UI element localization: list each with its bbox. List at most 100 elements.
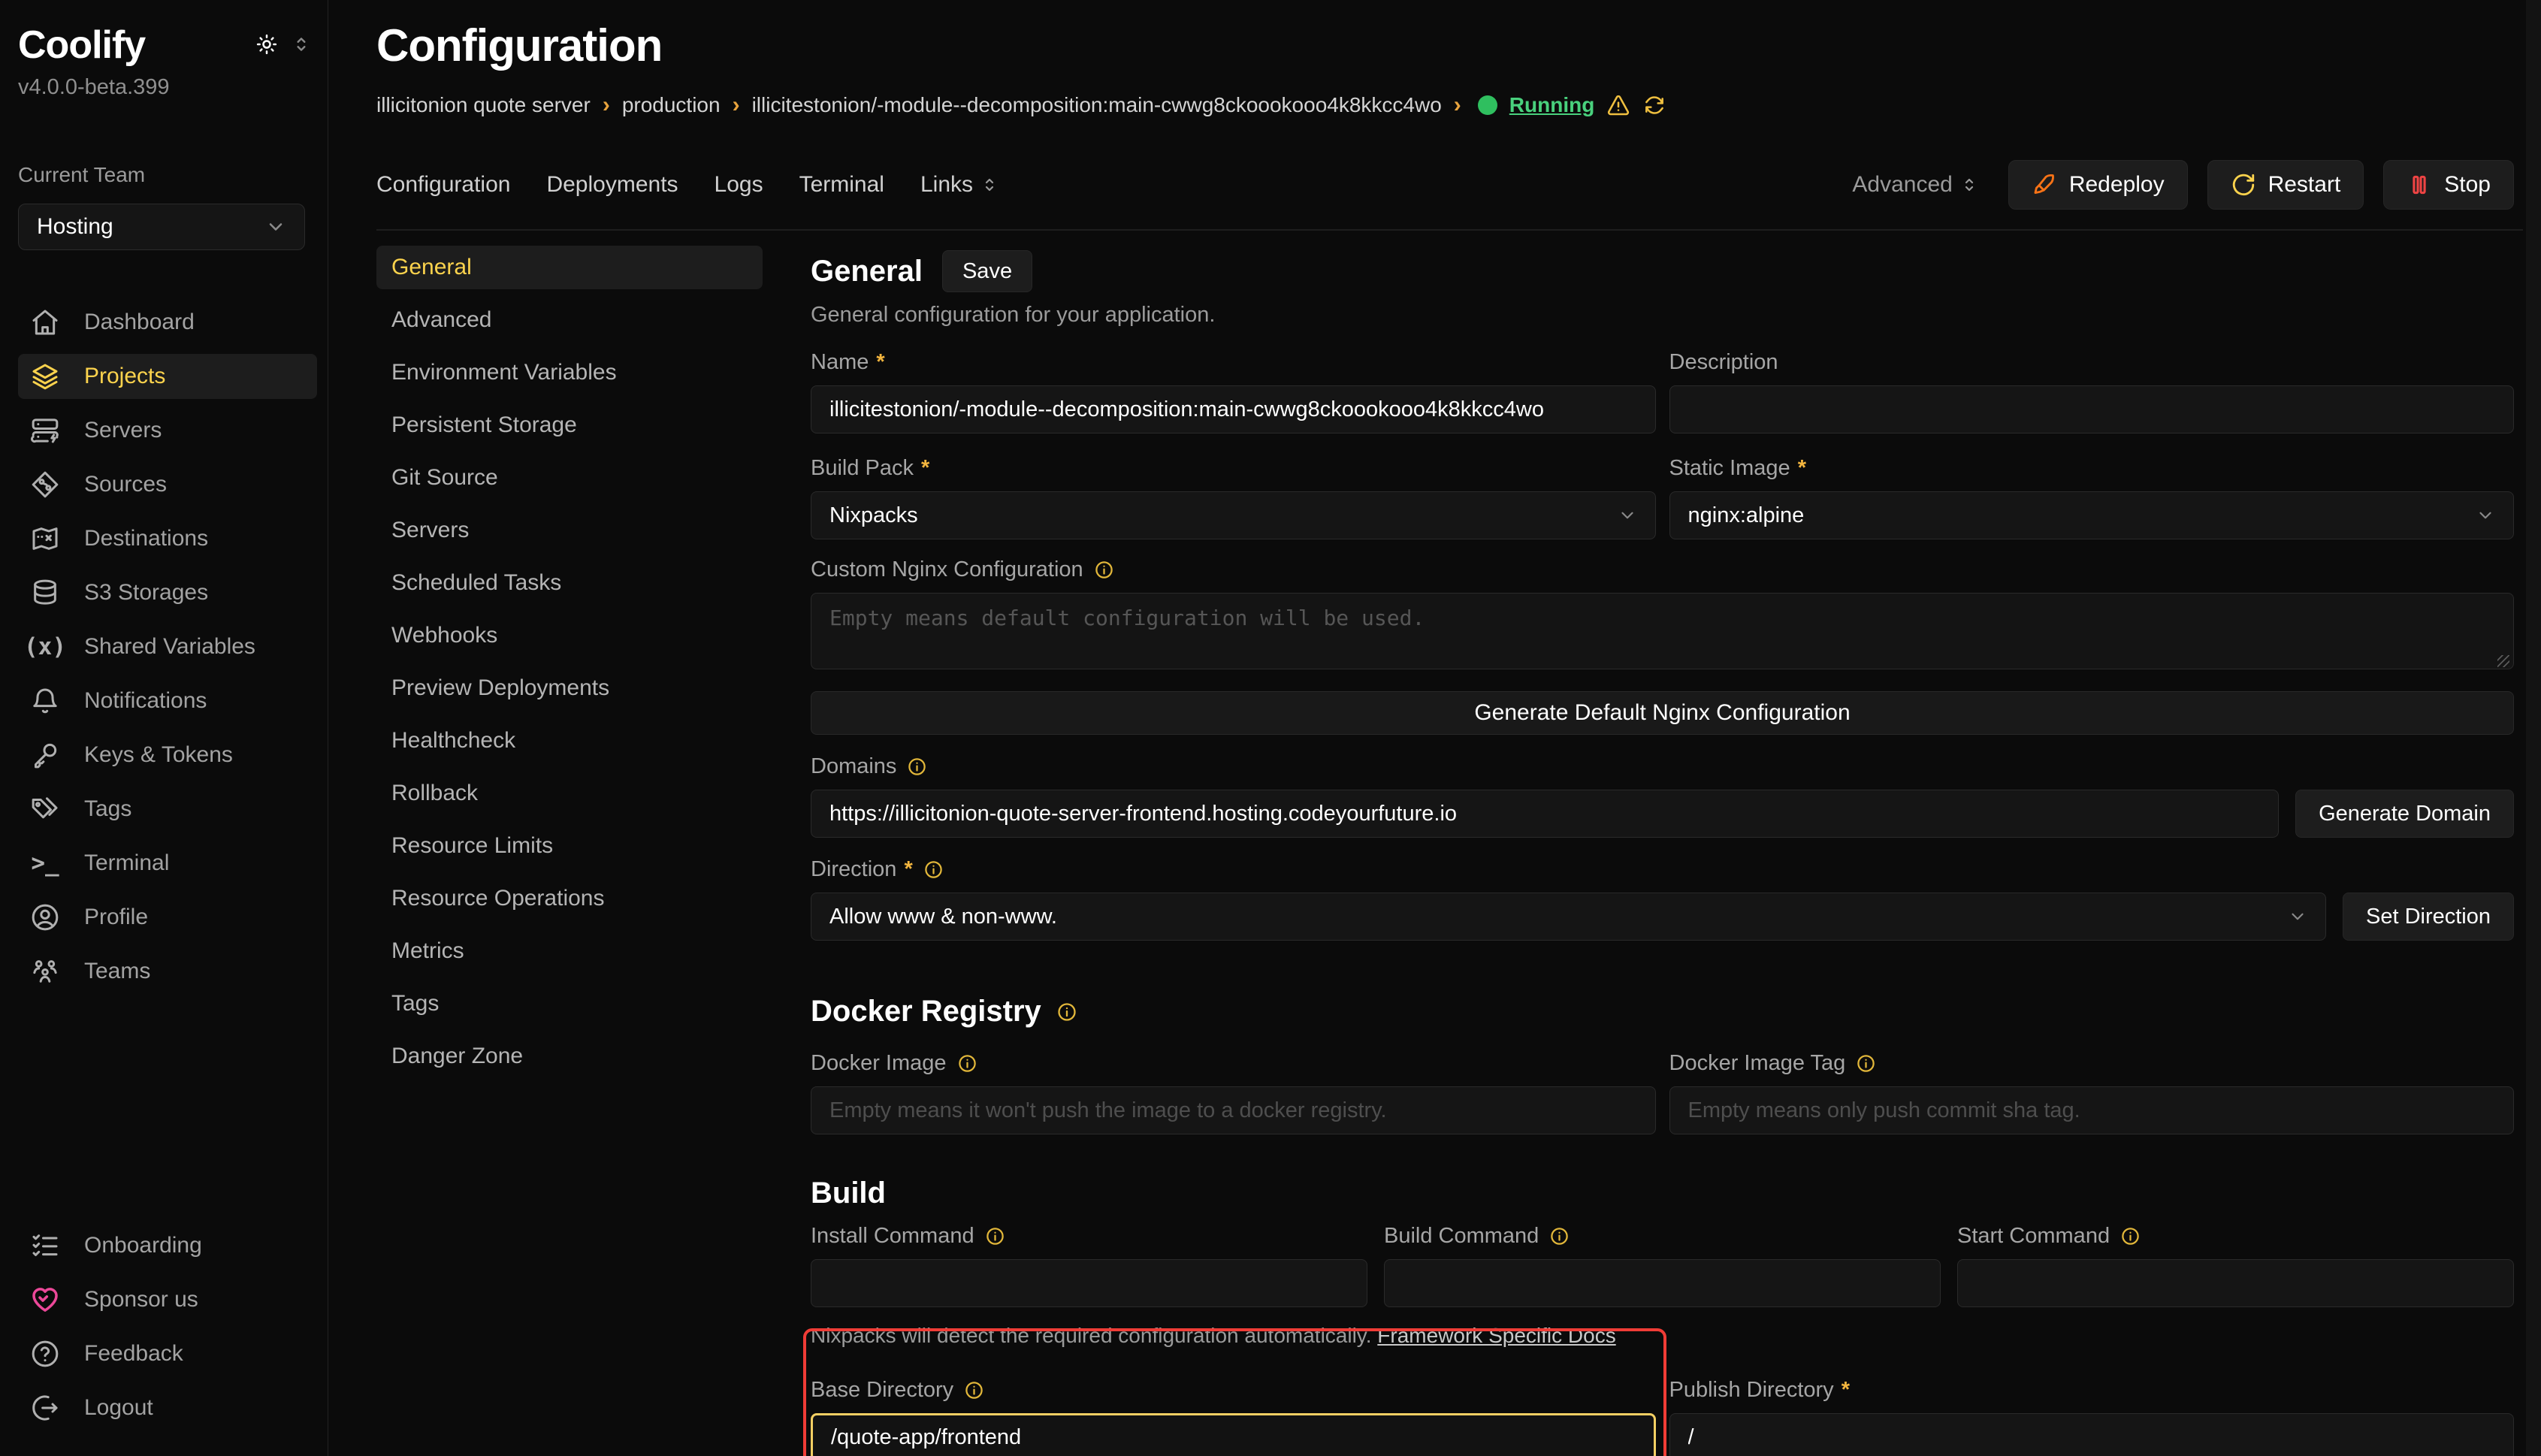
theme-selector-icon[interactable]	[292, 35, 311, 54]
sidebar-item-sources[interactable]: Sources	[18, 462, 317, 507]
docker-image-input[interactable]	[811, 1086, 1656, 1134]
app-logo[interactable]: Coolify	[18, 23, 145, 68]
tab-deployments[interactable]: Deployments	[546, 172, 678, 198]
resize-handle[interactable]	[2497, 655, 2509, 667]
sidebar-item-logout[interactable]: Logout	[18, 1385, 317, 1430]
info-icon[interactable]	[985, 1226, 1005, 1246]
team-select[interactable]: Hosting	[18, 204, 305, 250]
checklist-icon	[29, 1231, 62, 1261]
sidebar-item-notifications[interactable]: Notifications	[18, 678, 317, 723]
info-icon[interactable]	[2120, 1226, 2141, 1246]
set-direction-button[interactable]: Set Direction	[2343, 893, 2514, 941]
docker-image-tag-input[interactable]	[1669, 1086, 2515, 1134]
theme-sun-icon[interactable]	[255, 33, 278, 56]
breadcrumb-separator: ›	[603, 92, 610, 118]
subnav-tags[interactable]: Tags	[376, 982, 763, 1026]
sidebar-item-label: Dashboard	[84, 310, 195, 335]
info-icon[interactable]	[1056, 1001, 1077, 1023]
framework-docs-link[interactable]: Framework Specific Docs	[1377, 1324, 1615, 1347]
subnav-preview-deployments[interactable]: Preview Deployments	[376, 666, 763, 710]
subnav-general[interactable]: General	[376, 246, 763, 289]
static-image-select[interactable]: nginx:alpine	[1669, 491, 2515, 539]
name-input[interactable]	[811, 385, 1656, 433]
tab-terminal[interactable]: Terminal	[799, 172, 884, 198]
sidebar-item-sponsor-us[interactable]: Sponsor us	[18, 1277, 317, 1322]
description-input[interactable]	[1669, 385, 2515, 433]
domains-label: Domains	[811, 754, 896, 779]
sidebar-item-tags[interactable]: Tags	[18, 787, 317, 832]
info-icon[interactable]	[923, 859, 944, 880]
subnav-metrics[interactable]: Metrics	[376, 929, 763, 973]
settings-subnav: General Advanced Environment Variables P…	[376, 246, 763, 1456]
subnav-rollback[interactable]: Rollback	[376, 772, 763, 815]
sidebar-item-destinations[interactable]: Destinations	[18, 516, 317, 561]
save-button[interactable]: Save	[942, 250, 1032, 292]
install-command-input[interactable]	[811, 1259, 1367, 1307]
sidebar-item-teams[interactable]: Teams	[18, 949, 317, 994]
advanced-label: Advanced	[1852, 172, 1952, 198]
subnav-persistent-storage[interactable]: Persistent Storage	[376, 403, 763, 447]
selector-icon	[980, 176, 999, 194]
terminal-icon: >_	[29, 852, 62, 875]
breadcrumb-environment-link[interactable]: production	[622, 93, 721, 117]
info-icon[interactable]	[907, 757, 927, 777]
warning-triangle-icon[interactable]	[1606, 93, 1630, 117]
sidebar-item-profile[interactable]: Profile	[18, 895, 317, 940]
info-icon[interactable]	[1549, 1226, 1570, 1246]
sidebar-item-label: Sources	[84, 472, 167, 497]
subnav-webhooks[interactable]: Webhooks	[376, 614, 763, 657]
sidebar-item-projects[interactable]: Projects	[18, 354, 317, 399]
advanced-dropdown[interactable]: Advanced	[1852, 172, 1978, 198]
build-pack-select[interactable]: Nixpacks	[811, 491, 1656, 539]
status-running-link[interactable]: Running	[1509, 93, 1595, 117]
start-command-input[interactable]	[1957, 1259, 2514, 1307]
sidebar-item-onboarding[interactable]: Onboarding	[18, 1223, 317, 1268]
subnav-danger-zone[interactable]: Danger Zone	[376, 1035, 763, 1078]
subnav-advanced[interactable]: Advanced	[376, 298, 763, 342]
sidebar-item-feedback[interactable]: Feedback	[18, 1331, 317, 1376]
direction-select[interactable]: Allow www & non-www.	[811, 893, 2326, 941]
tab-configuration[interactable]: Configuration	[376, 172, 510, 198]
domains-input[interactable]	[811, 790, 2279, 838]
sidebar-item-label: Teams	[84, 959, 150, 984]
subnav-servers[interactable]: Servers	[376, 509, 763, 552]
sidebar-item-keys-tokens[interactable]: Keys & Tokens	[18, 733, 317, 778]
sidebar-item-terminal[interactable]: >_ Terminal	[18, 841, 317, 886]
sidebar-item-dashboard[interactable]: Dashboard	[18, 300, 317, 345]
restart-button[interactable]: Restart	[2207, 160, 2364, 210]
sidebar-item-s3-storages[interactable]: S3 Storages	[18, 570, 317, 615]
info-icon[interactable]	[957, 1053, 977, 1074]
tab-bar: Configuration Deployments Logs Terminal …	[376, 160, 2514, 210]
stop-button[interactable]: Stop	[2383, 160, 2514, 210]
app-version: v4.0.0-beta.399	[18, 75, 317, 100]
base-directory-input[interactable]	[811, 1413, 1656, 1456]
info-icon[interactable]	[1094, 560, 1114, 580]
bell-icon	[29, 686, 62, 716]
divider	[376, 229, 2523, 231]
subnav-git-source[interactable]: Git Source	[376, 456, 763, 500]
sidebar-item-shared-variables[interactable]: (x) Shared Variables	[18, 624, 317, 669]
subnav-healthcheck[interactable]: Healthcheck	[376, 719, 763, 763]
generate-nginx-button[interactable]: Generate Default Nginx Configuration	[811, 691, 2514, 735]
scrollbar[interactable]	[2526, 0, 2541, 1456]
generate-domain-button[interactable]: Generate Domain	[2295, 790, 2514, 838]
build-heading: Build	[811, 1177, 886, 1210]
docker-image-tag-label: Docker Image Tag	[1669, 1051, 1846, 1076]
tab-logs[interactable]: Logs	[715, 172, 763, 198]
info-icon[interactable]	[964, 1380, 984, 1400]
publish-directory-input[interactable]	[1669, 1413, 2515, 1456]
breadcrumb-application-link[interactable]: illicitestonion/-module--decomposition:m…	[752, 93, 1442, 117]
info-icon[interactable]	[1856, 1053, 1876, 1074]
build-command-input[interactable]	[1384, 1259, 1941, 1307]
sidebar-item-servers[interactable]: Servers	[18, 408, 317, 453]
redeploy-label: Redeploy	[2069, 172, 2165, 198]
redeploy-button[interactable]: Redeploy	[2008, 160, 2188, 210]
subnav-resource-operations[interactable]: Resource Operations	[376, 877, 763, 920]
tab-links[interactable]: Links	[920, 172, 999, 198]
subnav-resource-limits[interactable]: Resource Limits	[376, 824, 763, 868]
breadcrumb-project-link[interactable]: illicitonion quote server	[376, 93, 591, 117]
subnav-scheduled-tasks[interactable]: Scheduled Tasks	[376, 561, 763, 605]
subnav-environment-variables[interactable]: Environment Variables	[376, 351, 763, 394]
refresh-icon[interactable]	[1642, 93, 1666, 117]
custom-nginx-textarea[interactable]	[811, 593, 2514, 669]
